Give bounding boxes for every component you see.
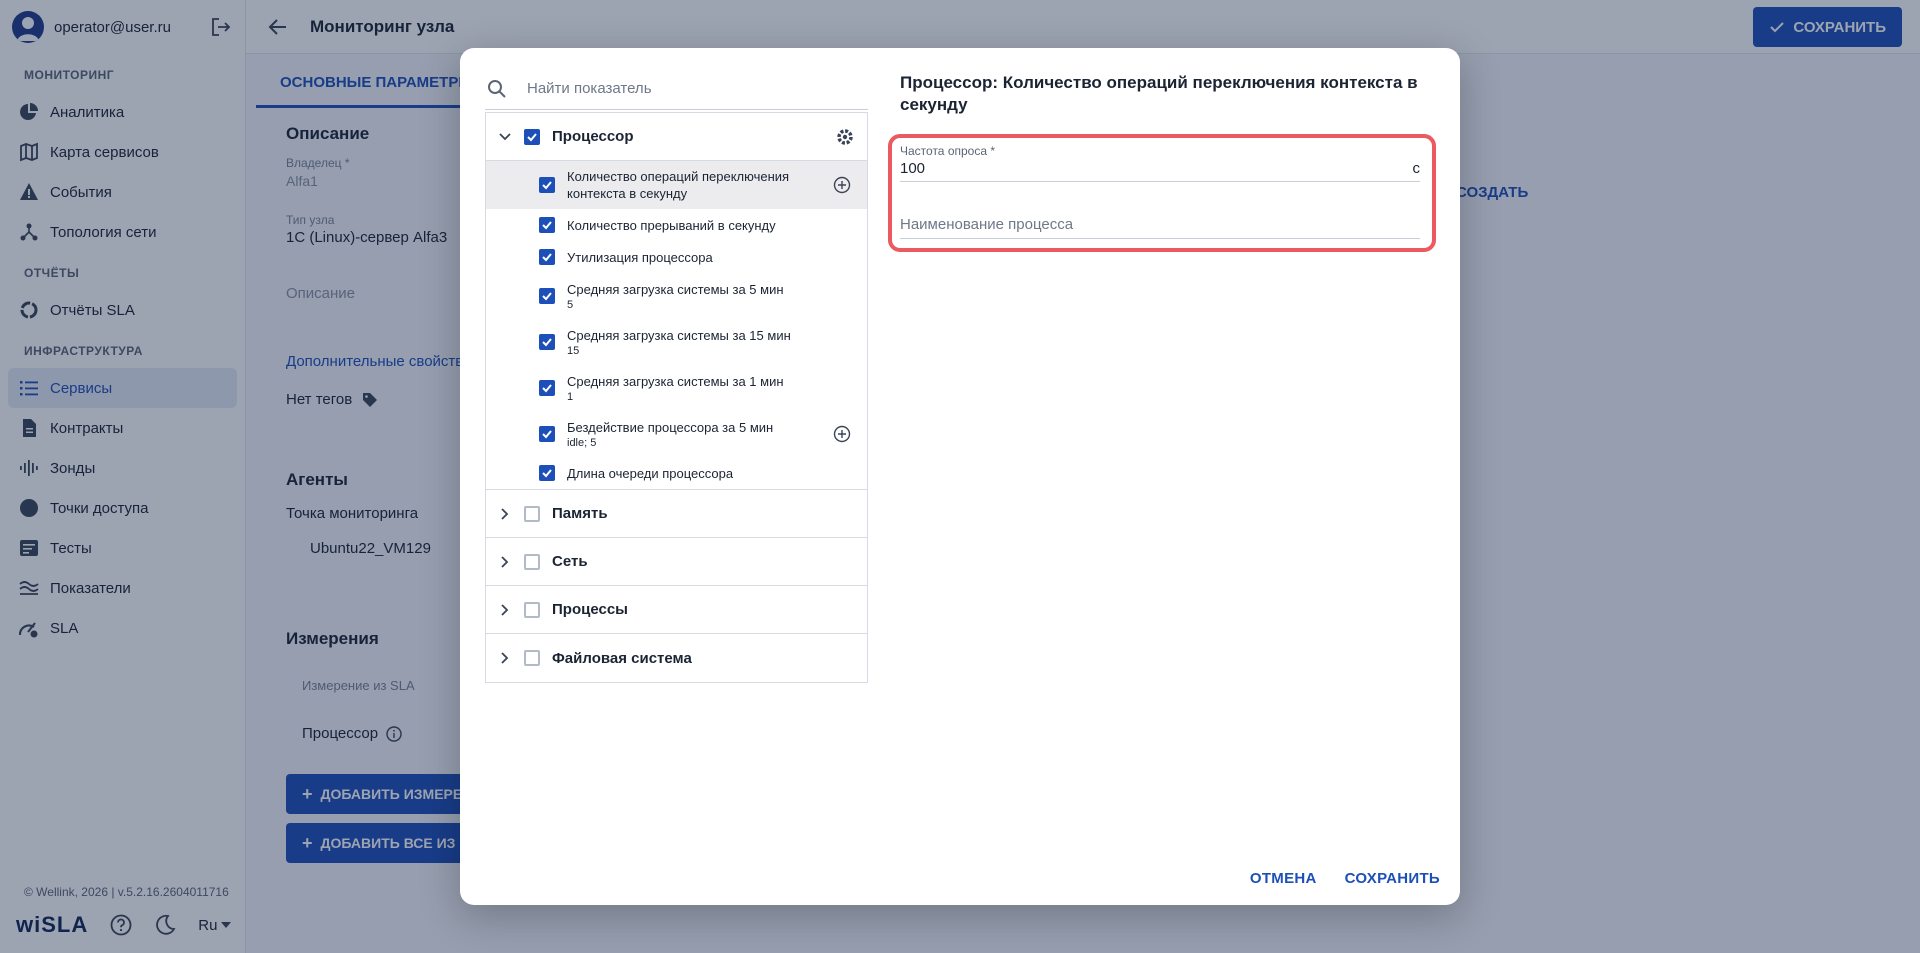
gear-icon[interactable] bbox=[835, 127, 855, 147]
list-item-sub: idle; 5 bbox=[567, 436, 597, 449]
checkbox-checked[interactable] bbox=[539, 465, 555, 481]
search-input[interactable] bbox=[527, 80, 868, 97]
checkbox-checked[interactable] bbox=[539, 334, 555, 350]
checkbox-unchecked[interactable] bbox=[524, 650, 540, 666]
list-item-text: Утилизация процессора bbox=[567, 249, 753, 266]
process-name-placeholder: Наименование процесса bbox=[900, 216, 1074, 233]
tree-group-processes[interactable]: Процессы bbox=[486, 586, 867, 634]
checkbox-checked[interactable] bbox=[539, 177, 555, 193]
list-item[interactable]: Количество операций переключения контекс… bbox=[486, 161, 867, 209]
tree-group-filesystem[interactable]: Файловая система bbox=[486, 634, 867, 682]
poll-frequency-value[interactable]: 100 bbox=[900, 160, 1420, 181]
checkbox-unchecked[interactable] bbox=[524, 553, 540, 570]
list-item[interactable]: Бездействие процессора за 5 мин idle; 5 bbox=[486, 411, 867, 457]
list-item-text: Средняя загрузка системы за 15 мин 15 bbox=[567, 327, 831, 358]
checkbox-checked[interactable] bbox=[539, 426, 555, 442]
list-item[interactable]: Средняя загрузка системы за 1 мин 1 bbox=[486, 365, 867, 411]
tree-group-label: Файловая система bbox=[552, 649, 692, 667]
list-item-text: Количество прерываний в секунду bbox=[567, 217, 816, 234]
list-item-text: Длина очереди процессора bbox=[567, 465, 773, 482]
search-icon bbox=[488, 79, 506, 98]
list-item-sub: 15 bbox=[567, 344, 580, 357]
process-name-field[interactable]: Наименование процесса bbox=[900, 216, 1420, 239]
checkbox-checked[interactable] bbox=[539, 217, 555, 233]
list-item-text: Средняя загрузка системы за 1 мин 1 bbox=[567, 373, 824, 404]
add-circle-icon[interactable] bbox=[833, 176, 851, 194]
list-item-label: Утилизация процессора bbox=[567, 249, 713, 265]
metric-settings-form: Частота опроса * 100 с Наименование проц… bbox=[888, 134, 1436, 252]
tree-group-label: Процессы bbox=[552, 601, 628, 618]
tree-group-label: Процессор bbox=[552, 128, 634, 145]
checkbox-checked[interactable] bbox=[539, 249, 555, 265]
chevron-right-icon[interactable] bbox=[496, 553, 514, 571]
list-item[interactable]: Длина очереди процессора bbox=[486, 457, 867, 489]
list-item-label: Количество прерываний в секунду bbox=[567, 217, 776, 233]
chevron-down-icon[interactable] bbox=[496, 128, 514, 146]
list-item-label: Средняя загрузка системы за 1 мин bbox=[567, 373, 784, 389]
checkbox-unchecked[interactable] bbox=[524, 505, 540, 522]
list-item-sub: 5 bbox=[567, 298, 574, 311]
checkbox-checked[interactable] bbox=[539, 380, 555, 396]
dialog-save-button[interactable]: СОХРАНИТЬ bbox=[1345, 870, 1440, 887]
chevron-right-icon[interactable] bbox=[496, 649, 514, 667]
cancel-button[interactable]: ОТМЕНА bbox=[1250, 870, 1317, 887]
list-item-label: Длина очереди процессора bbox=[567, 465, 734, 481]
tree-group-label: Память bbox=[552, 505, 608, 522]
checkbox-checked[interactable] bbox=[524, 128, 540, 145]
list-item-text: Бездействие процессора за 5 мин idle; 5 bbox=[567, 419, 813, 450]
add-circle-icon[interactable] bbox=[833, 425, 851, 443]
metric-picker-dialog: Процессор Количество операций переключен… bbox=[460, 48, 1460, 905]
list-item-text: Количество операций переключения контекс… bbox=[567, 168, 857, 202]
cpu-metric-list: Количество операций переключения контекс… bbox=[486, 161, 867, 490]
list-item-label: Количество операций переключения контекс… bbox=[567, 169, 790, 201]
list-item-label: Бездействие процессора за 5 мин bbox=[567, 419, 774, 435]
tree-group-memory[interactable]: Память bbox=[486, 490, 867, 538]
list-item-text: Средняя загрузка системы за 5 мин 5 bbox=[567, 281, 824, 312]
poll-frequency-unit: с bbox=[1412, 160, 1421, 177]
chevron-right-icon[interactable] bbox=[496, 601, 514, 619]
detail-title: Процессор: Количество операций переключе… bbox=[900, 73, 1418, 114]
list-item-sub: 1 bbox=[567, 390, 574, 403]
list-item[interactable]: Утилизация процессора bbox=[486, 241, 867, 273]
list-item[interactable]: Средняя загрузка системы за 15 мин 15 bbox=[486, 319, 867, 365]
list-item[interactable]: Средняя загрузка системы за 5 мин 5 bbox=[486, 273, 867, 319]
metric-tree: Процессор Количество операций переключен… bbox=[485, 112, 868, 683]
tree-group-label: Сеть bbox=[552, 553, 588, 570]
checkbox-unchecked[interactable] bbox=[524, 601, 540, 618]
search-row bbox=[485, 68, 868, 110]
tree-group-cpu[interactable]: Процессор bbox=[486, 113, 867, 161]
checkbox-checked[interactable] bbox=[539, 288, 555, 304]
chevron-right-icon[interactable] bbox=[496, 505, 514, 523]
poll-frequency-label: Частота опроса * bbox=[900, 144, 996, 158]
tree-group-network[interactable]: Сеть bbox=[486, 538, 867, 586]
list-item-label: Средняя загрузка системы за 5 мин bbox=[567, 281, 784, 297]
poll-frequency-field[interactable]: Частота опроса * 100 с bbox=[900, 144, 1420, 182]
list-item[interactable]: Количество прерываний в секунду bbox=[486, 209, 867, 241]
dialog-actions: ОТМЕНА СОХРАНИТЬ bbox=[1250, 870, 1440, 887]
list-item-label: Средняя загрузка системы за 15 мин bbox=[567, 327, 791, 343]
